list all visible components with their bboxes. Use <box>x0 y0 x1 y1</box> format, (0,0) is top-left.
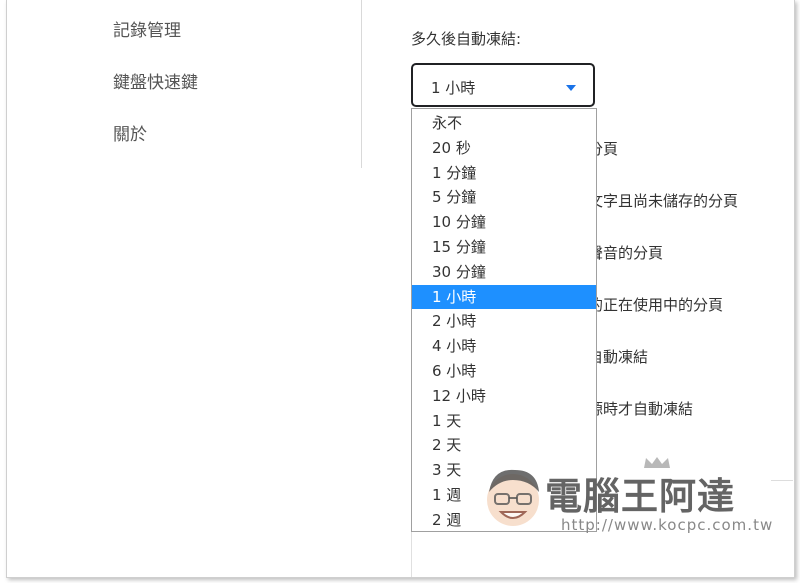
dropdown-option[interactable]: 1 分鐘 <box>412 161 596 185</box>
sidebar-item-about[interactable]: 關於 <box>113 120 147 145</box>
dropdown-option[interactable]: 2 小時 <box>412 309 596 333</box>
setting-option-text: 的正在使用中的分頁 <box>588 296 724 314</box>
dropdown-option[interactable]: 1 小時 <box>412 284 596 309</box>
dropdown-option[interactable]: 30 分鐘 <box>412 260 596 284</box>
freeze-setting-label: 多久後自動凍結: <box>411 30 522 48</box>
dropdown-option[interactable]: 2 天 <box>412 433 596 457</box>
sidebar: 記錄管理 鍵盤快速鍵 關於 <box>7 0 362 168</box>
divider <box>771 480 793 481</box>
setting-option-text: 自動凍結 <box>588 348 649 366</box>
dropdown-option[interactable]: 永不 <box>412 111 596 135</box>
setting-option-text: 文字且尚未儲存的分頁 <box>588 192 739 210</box>
watermark-url: http://www.kocpc.com.tw <box>561 516 774 534</box>
dropdown-option[interactable]: 1 天 <box>412 409 596 433</box>
watermark: 電腦王阿達 http://www.kocpc.com.tw <box>479 457 772 538</box>
dropdown-option[interactable]: 4 小時 <box>412 334 596 358</box>
setting-option-text: 聲音的分頁 <box>588 244 664 262</box>
watermark-title: 電腦王阿達 <box>545 475 735 518</box>
dropdown-option[interactable]: 15 分鐘 <box>412 235 596 259</box>
chevron-down-icon <box>566 85 576 91</box>
freeze-time-selected-value: 1 小時 <box>431 79 476 97</box>
dropdown-option[interactable]: 20 秒 <box>412 136 596 160</box>
settings-window: 記錄管理 鍵盤快速鍵 關於 多久後自動凍結: 1 小時 分頁 文字且尚未儲存的分… <box>6 0 795 578</box>
setting-option-text: 源時才自動凍結 <box>588 400 694 418</box>
sidebar-item-keyboard-shortcuts[interactable]: 鍵盤快速鍵 <box>113 68 198 93</box>
dropdown-option[interactable]: 10 分鐘 <box>412 210 596 234</box>
dropdown-option[interactable]: 5 分鐘 <box>412 185 596 209</box>
mascot-icon <box>487 469 539 526</box>
freeze-time-select[interactable]: 1 小時 <box>411 63 595 107</box>
dropdown-option[interactable]: 12 小時 <box>412 384 596 408</box>
sidebar-item-log-management[interactable]: 記錄管理 <box>113 16 181 41</box>
dropdown-option[interactable]: 6 小時 <box>412 359 596 383</box>
